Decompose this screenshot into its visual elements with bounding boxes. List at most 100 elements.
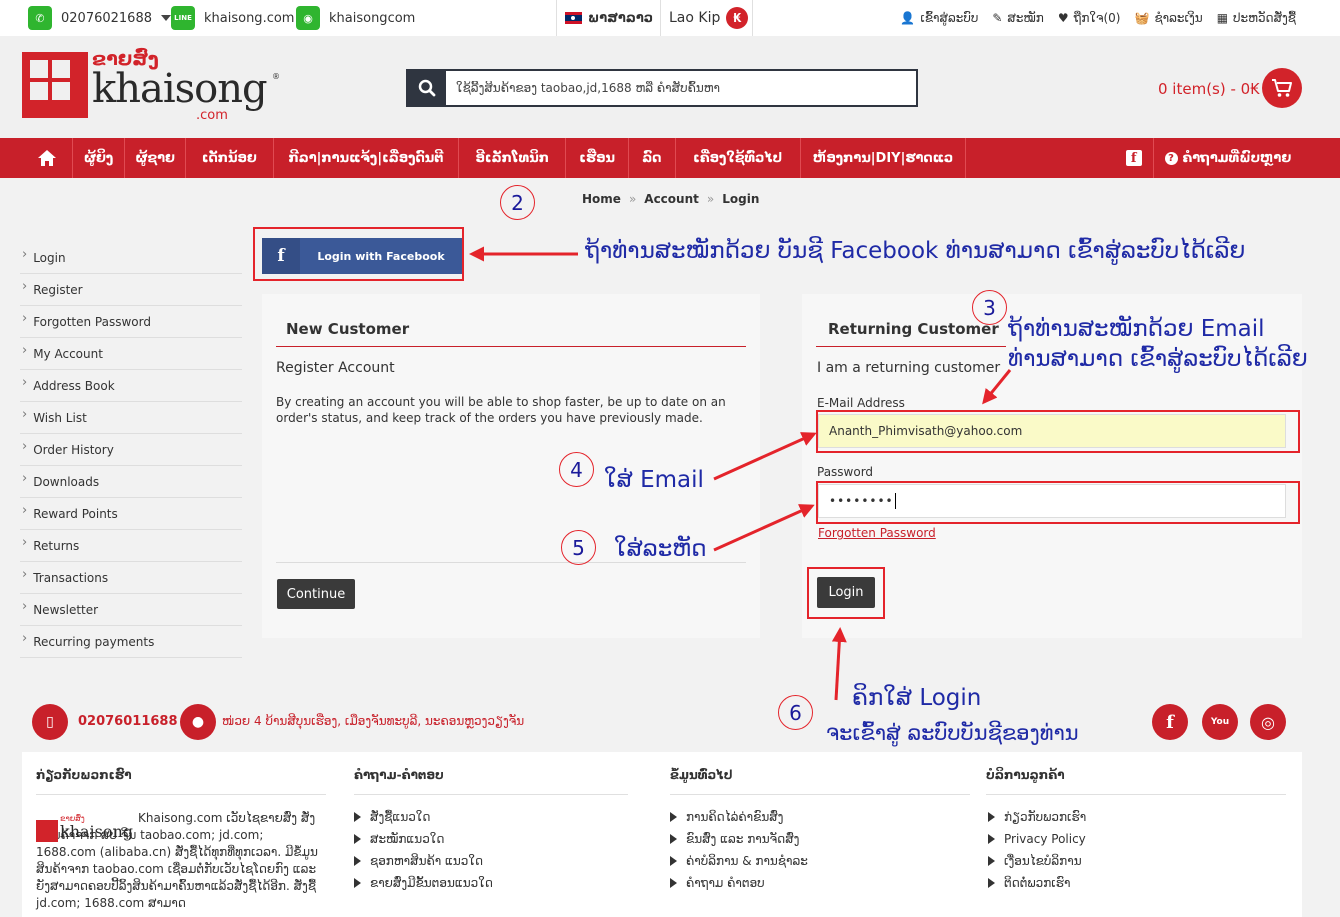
returning-subtitle: I am a returning customer	[817, 360, 1001, 376]
register-description: By creating an account you will be able …	[276, 395, 726, 425]
step-2-marker: 2	[500, 185, 535, 220]
footer-link[interactable]: ຂາຍສົ່ງມີຂັ້ນຕອນແນວໃດ	[354, 876, 493, 890]
nav-kids[interactable]: ເດັກນ້ອຍ	[186, 138, 274, 178]
search-bar	[406, 69, 918, 107]
wishlist-link[interactable]: ♥ ຖືກໃຈ(0)	[1058, 11, 1121, 25]
top-bar: ✆ 02076021688 LINE khaisong.com ◉ khaiso…	[0, 0, 1340, 36]
sidebar-item-transactions[interactable]: Transactions	[20, 562, 242, 594]
question-icon: ?	[1164, 151, 1178, 165]
user-icon: 👤	[900, 11, 916, 25]
facebook-note: ຖ້າທ່ານສະໝັກດ້ວຍ ບັນຊີ Facebook ທ່ານສາມາ…	[585, 238, 1246, 264]
order-history-link[interactable]: ▦ ປະຫວັດສັ່ງຊື້	[1217, 11, 1296, 25]
cart-summary[interactable]: 0 item(s) - 0₭	[1158, 80, 1260, 98]
step-5-marker: 5	[561, 530, 596, 565]
new-customer-title: New Customer	[286, 320, 410, 338]
highlight-login	[807, 567, 885, 619]
nav-electronics[interactable]: ອີເລັກໂທນິກ	[459, 138, 567, 178]
instagram-social-icon[interactable]: ◎	[1250, 704, 1286, 740]
currency-label: Lao Kip	[669, 10, 721, 26]
wechat-link[interactable]: ◉ khaisongcom	[296, 0, 415, 36]
breadcrumb-account[interactable]: Account	[644, 192, 699, 206]
logo-text[interactable]: khaisong	[92, 66, 268, 112]
footer-link[interactable]: ສັ່ງຊື້ແນວໃດ	[354, 810, 430, 824]
logo-mark[interactable]	[22, 52, 88, 118]
password-label: Password	[817, 465, 874, 479]
nav-office[interactable]: ຫ້ອງການ|DIY|ຮາດແວ	[801, 138, 967, 178]
language-selector[interactable]: ພາສາລາວ	[565, 0, 653, 36]
footer-link[interactable]: ຂົນສົ່ງ ແລະ ການຈັດສົ່ງ	[670, 832, 799, 846]
sidebar-item-reward-points[interactable]: Reward Points	[20, 498, 242, 530]
facebook-social-icon[interactable]: f	[1152, 704, 1188, 740]
nav-home[interactable]	[22, 138, 73, 178]
checkout-link[interactable]: 🧺 ຊຳລະເງິນ	[1134, 11, 1202, 25]
forgotten-password-link[interactable]: Forgotten Password	[818, 526, 936, 540]
line-site-text: khaisong.com	[204, 10, 295, 26]
sidebar-item-address-book[interactable]: Address Book	[20, 370, 242, 402]
sidebar-item-downloads[interactable]: Downloads	[20, 466, 242, 498]
header: ຂາຍສົ່ງ khaisong .com ® 0 item(s) - 0₭	[0, 36, 1340, 138]
cart-icon	[1272, 79, 1292, 97]
breadcrumb-sep: »	[628, 192, 637, 206]
footer-link[interactable]: ຄ່າບໍລິການ & ການຊຳລະ	[670, 854, 808, 868]
footer-link[interactable]: ຕິດຕໍ່ພວກເຮົາ	[988, 876, 1070, 890]
nav-car[interactable]: ລົດ	[629, 138, 676, 178]
sidebar-item-register[interactable]: Register	[20, 274, 242, 306]
register-link-label: ສະໝັກ	[1007, 11, 1044, 25]
nav-faq-label: ຄຳຖາມທີ່ພົບຫຼາຍ	[1182, 150, 1292, 166]
footer-phone[interactable]: 02076011688	[78, 714, 178, 729]
footer: ກ່ຽວກັບພວກເຮົາ Khaisong.com ເວັບໄຊຂາຍສົ່…	[22, 752, 1302, 917]
footer-link[interactable]: ການຄິດໄລ່ຄ່າຂົນສົ່ງ	[670, 810, 783, 824]
nav-facebook[interactable]: f	[1115, 138, 1154, 178]
nav-general[interactable]: ເຄື່ອງໃຊ້ທົ່ວໄປ	[676, 138, 801, 178]
footer-link[interactable]: ຄຳຖາມ ຄຳຕອບ	[670, 876, 765, 890]
sidebar-item-order-history[interactable]: Order History	[20, 434, 242, 466]
footer-about-title: ກ່ຽວກັບພວກເຮົາ	[36, 768, 132, 782]
sidebar-item-returns[interactable]: Returns	[20, 530, 242, 562]
footer-link[interactable]: ຊອກຫາສິນຄ້າ ແນວໃດ	[354, 854, 483, 868]
line-link[interactable]: LINE khaisong.com	[171, 0, 294, 36]
youtube-social-icon[interactable]: You	[1202, 704, 1238, 740]
facebook-icon: f	[1125, 150, 1142, 166]
nav-home-goods[interactable]: ເຮືອນ	[566, 138, 629, 178]
cart-button[interactable]	[1262, 68, 1302, 108]
search-button[interactable]	[408, 71, 446, 105]
footer-link[interactable]: ສະໝັກແນວໃດ	[354, 832, 444, 846]
sidebar-item-login[interactable]: Login	[20, 242, 242, 274]
continue-button[interactable]: Continue	[277, 579, 355, 609]
phone-dropdown[interactable]: ✆ 02076021688	[28, 0, 171, 36]
nav-men[interactable]: ຜູ້ຊາຍ	[125, 138, 186, 178]
login-link[interactable]: 👤 ເຂົ້າສູ່ລະບົບ	[900, 11, 978, 25]
basket-icon: 🧺	[1134, 11, 1150, 25]
footer-general-title: ຂໍ້ມູນທົ່ວໄປ	[670, 768, 733, 782]
breadcrumb-login[interactable]: Login	[722, 192, 759, 206]
nav-women[interactable]: ຜູ້ຍິງ	[73, 138, 126, 178]
nav-faq[interactable]: ? ຄຳຖາມທີ່ພົບຫຼາຍ	[1154, 138, 1302, 178]
sidebar-item-newsletter[interactable]: Newsletter	[20, 594, 242, 626]
wechat-icon: ◉	[296, 6, 320, 30]
breadcrumb: Home » Account » Login	[582, 192, 759, 206]
sidebar-item-forgotten-password[interactable]: Forgotten Password	[20, 306, 242, 338]
location-icon: ●	[180, 704, 216, 740]
footer-link[interactable]: ກ່ຽວກັບພວກເຮົາ	[988, 810, 1086, 824]
footer-link[interactable]: Privacy Policy	[988, 832, 1086, 846]
pencil-icon: ✎	[992, 11, 1003, 25]
breadcrumb-home[interactable]: Home	[582, 192, 621, 206]
sidebar-item-recurring-payments[interactable]: Recurring payments	[20, 626, 242, 658]
account-sidebar: Login Register Forgotten Password My Acc…	[20, 242, 242, 658]
footer-contact: ▯ 02076011688 ● ໜ່ວຍ 4 ບ້ານສີບຸນເຮືອງ, ເ…	[22, 698, 1302, 750]
main-nav: ຜູ້ຍິງ ຜູ້ຊາຍ ເດັກນ້ອຍ ກີລາ|ການແຈ້ງ|ເລື່…	[0, 138, 1340, 178]
whatsapp-icon: ✆	[28, 6, 52, 30]
currency-selector[interactable]: Lao Kip ₭	[669, 0, 749, 36]
sidebar-item-wish-list[interactable]: Wish List	[20, 402, 242, 434]
footer-address: ໜ່ວຍ 4 ບ້ານສີບຸນເຮືອງ, ເມືອງຈັນທະບູລີ, ນ…	[222, 714, 525, 728]
register-link[interactable]: ✎ ສະໝັກ	[992, 11, 1043, 25]
nav-sports[interactable]: ກີລາ|ການແຈ້ງ|ເລື່ອງດົນຕີ	[274, 138, 460, 178]
footer-link[interactable]: ເງື່ອນໄຂບໍລິການ	[988, 854, 1082, 868]
sidebar-item-my-account[interactable]: My Account	[20, 338, 242, 370]
email-note-line1: ຖ້າທ່ານສະໝັກດ້ວຍ Email	[1008, 316, 1265, 342]
order-history-link-label: ປະຫວັດສັ່ງຊື້	[1233, 11, 1296, 25]
wechat-site-text: khaisongcom	[329, 10, 416, 26]
search-input[interactable]	[456, 71, 906, 105]
kip-icon: ₭	[726, 7, 749, 29]
